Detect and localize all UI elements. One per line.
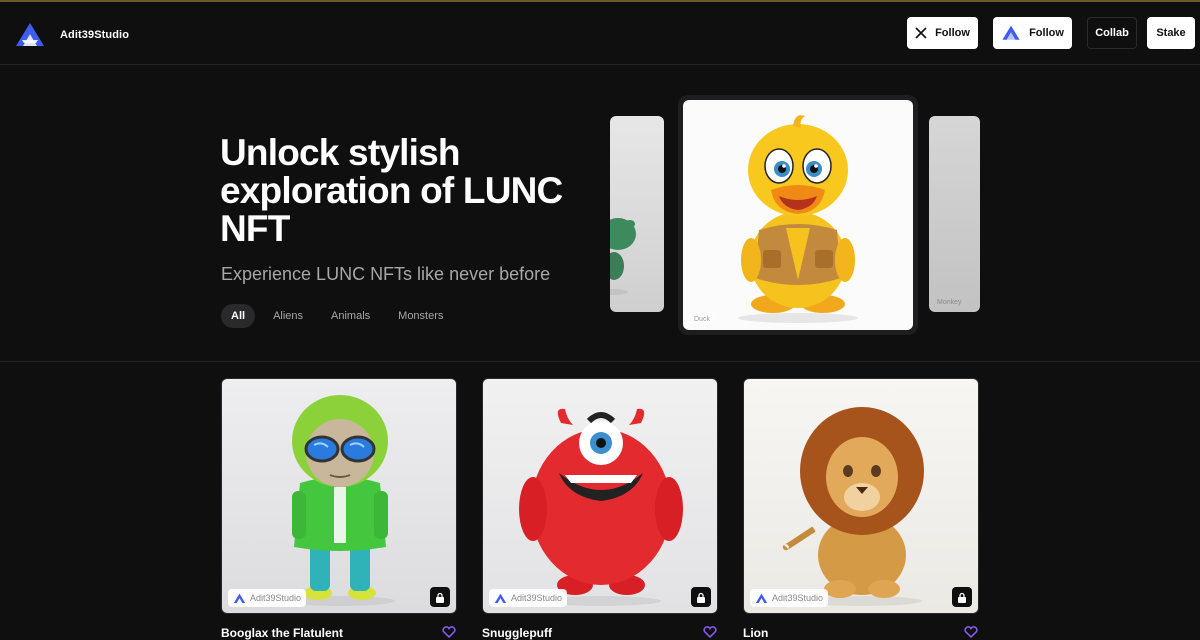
creator-name: Adit39Studio [772, 593, 824, 603]
nft-title[interactable]: Lion [743, 626, 768, 640]
nft-card[interactable]: Adit39Studio [482, 378, 718, 614]
heart-icon[interactable] [703, 626, 717, 638]
heart-icon[interactable] [964, 626, 978, 638]
filter-monsters[interactable]: Monsters [388, 304, 453, 328]
nft-card[interactable]: Adit39Studio [221, 378, 457, 614]
filter-aliens[interactable]: Aliens [263, 304, 313, 328]
follow-studio-label: Follow [1029, 27, 1064, 39]
carousel-card-active[interactable]: Duck [678, 95, 918, 335]
follow-studio-button[interactable]: Follow [993, 17, 1072, 49]
lock-icon[interactable] [430, 587, 450, 607]
site-header: Adit39Studio Follow Follow Collab Stake [0, 2, 1200, 65]
studio-logo-icon [1001, 25, 1021, 41]
filter-animals[interactable]: Animals [321, 304, 380, 328]
studio-logo-icon [16, 23, 44, 46]
brand[interactable]: Adit39Studio [14, 22, 129, 48]
studio-logo-icon [494, 593, 507, 603]
stake-label: Stake [1156, 27, 1186, 39]
duck-image [738, 115, 858, 323]
hero-title: Unlock stylish exploration of LUNC NFT [220, 132, 563, 249]
duck-card-label: Duck [691, 315, 713, 324]
creator-name: Adit39Studio [511, 593, 563, 603]
collab-label: Collab [1095, 27, 1129, 39]
monster-image [610, 218, 636, 295]
nft-title[interactable]: Booglax the Flatulent [221, 626, 343, 640]
follow-x-label: Follow [935, 27, 970, 39]
lion-image [782, 407, 924, 606]
studio-logo-icon [755, 593, 768, 603]
brand-name: Adit39Studio [60, 29, 130, 41]
red-monster-image [519, 408, 683, 606]
nft-card[interactable]: Adit39Studio [743, 378, 979, 614]
lock-icon[interactable] [952, 587, 972, 607]
collab-button[interactable]: Collab [1087, 17, 1137, 49]
carousel-card-next[interactable]: Monkey [929, 116, 980, 312]
category-filters: All Aliens Animals Monsters [221, 304, 461, 328]
heart-icon[interactable] [442, 626, 456, 638]
x-logo-icon [915, 27, 927, 39]
carousel-card-prev[interactable] [610, 116, 664, 312]
hero-subtitle: Experience LUNC NFTs like never before [221, 264, 551, 284]
filter-all[interactable]: All [221, 304, 256, 328]
creator-badge[interactable]: Adit39Studio [750, 589, 829, 607]
nft-title[interactable]: Snugglepuff [482, 626, 552, 640]
lock-icon[interactable] [691, 587, 711, 607]
creator-badge[interactable]: Adit39Studio [228, 589, 307, 607]
creator-name: Adit39Studio [250, 593, 302, 603]
follow-x-button[interactable]: Follow [907, 17, 978, 49]
creator-badge[interactable]: Adit39Studio [489, 589, 568, 607]
alien-image [285, 395, 395, 606]
hero-section: Unlock stylish exploration of LUNC NFT E… [0, 66, 1200, 362]
monkey-card-label: Monkey [937, 299, 962, 306]
studio-logo-icon [233, 593, 246, 603]
stake-button[interactable]: Stake [1147, 17, 1195, 49]
